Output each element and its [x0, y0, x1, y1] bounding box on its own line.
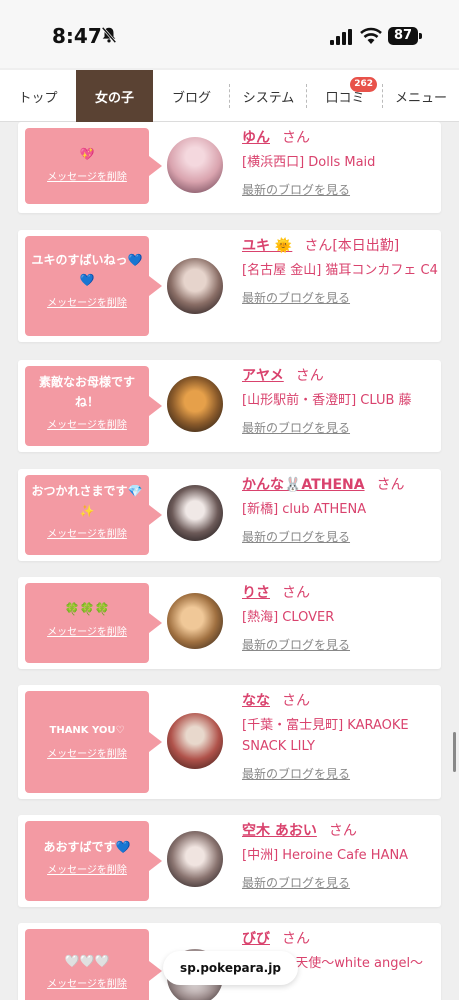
girl-info: ゆん さん [横浜西口] Dolls Maid 最新のブログを見る	[242, 128, 438, 198]
latest-blog-link[interactable]: 最新のブログを見る	[242, 289, 438, 306]
girl-name-link[interactable]: りさ	[242, 585, 270, 601]
girl-name-link[interactable]: ユキ 🌞	[242, 238, 292, 254]
message-text: THANK YOU♡	[49, 725, 125, 736]
girl-info: ユキ 🌞 さん[本日出勤] [名古屋 金山] 猫耳コンカフェ C4 最新のブログを…	[242, 236, 438, 306]
message-card: ユキのすばいねっ💙💙 メッセージを削除 ユキ 🌞 さん[本日出勤] [名古屋 金山…	[18, 230, 441, 342]
status-time: 8:47	[52, 24, 102, 48]
reviews-count-badge: 262	[350, 77, 377, 92]
girl-info: 空木 あおい さん [中洲] Heroine Cafe HANA 最新のブログを見…	[242, 821, 438, 891]
message-text: あおすばです💙	[43, 840, 131, 854]
girl-info: りさ さん [熱海] CLOVER 最新のブログを見る	[242, 583, 438, 653]
tab-menu[interactable]: メニュー	[383, 70, 459, 122]
latest-blog-link[interactable]: 最新のブログを見る	[242, 874, 438, 891]
message-text: ユキのすばいねっ💙💙	[31, 253, 143, 287]
tab-girls[interactable]: 女の子	[76, 70, 153, 122]
message-bubble: 🤍🤍🤍 メッセージを削除	[25, 929, 162, 1000]
message-card: 💖 メッセージを削除 ゆん さん [横浜西口] Dolls Maid 最新のブログ…	[18, 122, 441, 213]
latest-blog-link[interactable]: 最新のブログを見る	[242, 528, 438, 545]
delete-message-link[interactable]: メッセージを削除	[25, 861, 149, 876]
shop-link[interactable]: [名古屋 金山] 猫耳コンカフェ C4	[242, 260, 438, 281]
message-text: 💖	[79, 147, 95, 161]
latest-blog-link[interactable]: 最新のブログを見る	[242, 636, 438, 653]
avatar[interactable]	[167, 831, 223, 887]
girl-info: かんな🐰ATHENA さん [新橋] club ATHENA 最新のブログを見る	[242, 475, 438, 545]
girl-name-link[interactable]: 空木 あおい	[242, 823, 317, 839]
girl-name-link[interactable]: かんな🐰ATHENA	[242, 477, 365, 493]
avatar[interactable]	[167, 258, 223, 314]
signal-icon	[330, 29, 352, 45]
shop-link[interactable]: [中洲] Heroine Cafe HANA	[242, 845, 438, 866]
shop-link[interactable]: [山形駅前・香澄町] CLUB 藤	[242, 390, 438, 411]
honorific: さん	[328, 823, 357, 839]
latest-blog-link[interactable]: 最新のブログを見る	[242, 765, 438, 782]
message-card: 素敵なお母様ですね！ メッセージを削除 アヤメ さん [山形駅前・香澄町] CLU…	[18, 360, 441, 452]
message-text: 🤍🤍🤍	[64, 954, 110, 968]
main-nav: トップ 女の子 ブログ システム 口コミ 262 メニュー	[0, 70, 459, 122]
girl-name-link[interactable]: アヤメ	[242, 368, 284, 384]
status-tag: [本日出勤]	[332, 238, 400, 254]
shop-link[interactable]: [新橋] club ATHENA	[242, 499, 438, 520]
delete-message-link[interactable]: メッセージを削除	[25, 745, 149, 760]
message-bubble: 💖 メッセージを削除	[25, 128, 162, 204]
avatar[interactable]	[167, 593, 223, 649]
tab-label: トップ	[18, 90, 58, 106]
scrollbar[interactable]	[453, 732, 456, 772]
delete-message-link[interactable]: メッセージを削除	[25, 416, 149, 431]
honorific: さん	[282, 585, 310, 601]
delete-message-link[interactable]: メッセージを削除	[25, 168, 149, 183]
tab-blog[interactable]: ブログ	[153, 70, 230, 122]
message-text: おつかれさまです💎✨	[31, 484, 143, 518]
message-card: あおすばです💙 メッセージを削除 空木 あおい さん [中洲] Heroine C…	[18, 815, 441, 907]
url-bar[interactable]: sp.pokepara.jp	[163, 951, 298, 985]
battery-icon: 87	[388, 27, 418, 45]
girl-name-link[interactable]: ゆん	[242, 130, 270, 146]
message-card: おつかれさまです💎✨ メッセージを削除 かんな🐰ATHENA さん [新橋] cl…	[18, 469, 441, 561]
shop-link[interactable]: [千葉・富士見町] KARAOKE SNACK LILY	[242, 715, 438, 757]
honorific: さん	[376, 477, 405, 493]
tab-reviews[interactable]: 口コミ 262	[307, 70, 383, 122]
tab-label: システム	[242, 90, 295, 106]
message-bubble: THANK YOU♡ メッセージを削除	[25, 691, 162, 793]
wifi-icon	[360, 27, 382, 44]
avatar[interactable]	[167, 485, 223, 541]
delete-message-link[interactable]: メッセージを削除	[25, 525, 149, 540]
shop-link[interactable]: [熱海] CLOVER	[242, 607, 438, 628]
message-text: 🍀🍀🍀	[64, 602, 110, 616]
honorific: さん	[295, 368, 324, 384]
message-bubble: あおすばです💙 メッセージを削除	[25, 821, 162, 901]
avatar[interactable]	[167, 376, 223, 432]
latest-blog-link[interactable]: 最新のブログを見る	[242, 181, 438, 198]
tab-label: ブログ	[171, 90, 211, 106]
delete-message-link[interactable]: メッセージを削除	[25, 623, 149, 638]
delete-message-link[interactable]: メッセージを削除	[25, 294, 149, 309]
girl-info: アヤメ さん [山形駅前・香澄町] CLUB 藤 最新のブログを見る	[242, 366, 438, 436]
avatar[interactable]	[167, 713, 223, 769]
message-card: THANK YOU♡ メッセージを削除 なな さん [千葉・富士見町] KARAO…	[18, 685, 441, 799]
battery-tip	[419, 33, 422, 39]
shop-link[interactable]: [横浜西口] Dolls Maid	[242, 152, 438, 173]
tab-system[interactable]: システム	[230, 70, 307, 122]
status-bar: 8:47 87	[0, 0, 459, 68]
honorific: さん	[304, 238, 333, 254]
latest-blog-link[interactable]: 最新のブログを見る	[242, 419, 438, 436]
honorific: さん	[282, 693, 310, 709]
bell-muted-icon	[101, 26, 117, 44]
avatar[interactable]	[167, 137, 223, 193]
message-bubble: 素敵なお母様ですね！ メッセージを削除	[25, 366, 162, 446]
tab-top[interactable]: トップ	[0, 70, 76, 122]
tab-label: メニュー	[394, 90, 447, 106]
girl-info: なな さん [千葉・富士見町] KARAOKE SNACK LILY 最新のブログ…	[242, 691, 438, 782]
message-bubble: ユキのすばいねっ💙💙 メッセージを削除	[25, 236, 162, 336]
delete-message-link[interactable]: メッセージを削除	[25, 975, 149, 990]
message-card: 🍀🍀🍀 メッセージを削除 りさ さん [熱海] CLOVER 最新のブログを見る	[18, 577, 441, 669]
honorific: さん	[282, 130, 310, 146]
tab-label: 女の子	[94, 90, 134, 106]
message-text: 素敵なお母様ですね！	[38, 375, 135, 409]
girl-name-link[interactable]: なな	[242, 693, 270, 709]
message-bubble: おつかれさまです💎✨ メッセージを削除	[25, 475, 162, 555]
girl-name-link[interactable]: びび	[242, 931, 270, 947]
message-bubble: 🍀🍀🍀 メッセージを削除	[25, 583, 162, 663]
honorific: さん	[282, 931, 310, 947]
